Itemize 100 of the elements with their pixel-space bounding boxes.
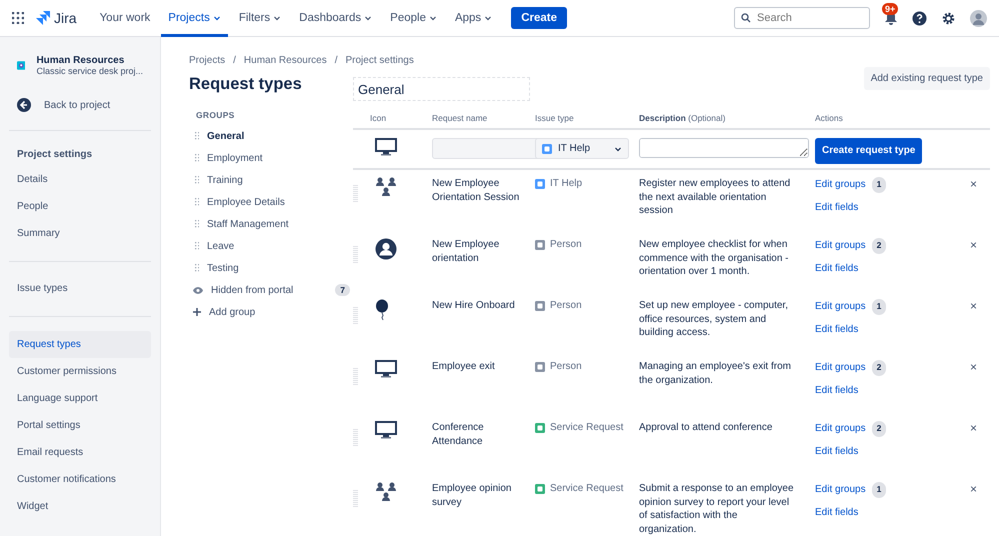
back-to-project-link[interactable]: Back to project	[9, 78, 151, 130]
monitor-icon	[375, 421, 397, 439]
edit-groups-link[interactable]: Edit groups	[815, 178, 866, 192]
nav-tab[interactable]: People	[383, 0, 444, 36]
group-count: 1	[872, 482, 886, 498]
chevron-down-icon	[212, 14, 221, 22]
description-field[interactable]	[639, 138, 809, 158]
group-item[interactable]: Employee Details	[189, 192, 350, 214]
add-group-link[interactable]: Add group	[189, 301, 350, 324]
edit-fields-link[interactable]: Edit fields	[815, 384, 970, 397]
edit-fields-link[interactable]: Edit fields	[815, 506, 970, 519]
group-item[interactable]: Staff Management	[189, 214, 350, 236]
chevron-down-icon	[364, 14, 372, 22]
app-grid-icon[interactable]	[12, 12, 24, 24]
add-existing-request-type-button[interactable]: Add existing request type	[864, 67, 990, 90]
create-button[interactable]: Create	[511, 7, 567, 29]
edit-groups-link[interactable]: Edit groups	[815, 361, 866, 374]
breadcrumb-link[interactable]: Projects	[189, 55, 226, 66]
edit-fields-link[interactable]: Edit fields	[815, 322, 970, 336]
user-avatar-icon	[375, 238, 397, 260]
sidebar-item[interactable]: Details	[9, 166, 151, 193]
remove-button[interactable]: ×	[970, 421, 978, 435]
group-item[interactable]: Training	[189, 170, 350, 192]
drag-handle[interactable]	[353, 429, 358, 446]
people-icon	[375, 482, 397, 502]
edit-groups-link[interactable]: Edit groups	[815, 239, 866, 252]
edit-groups-link[interactable]: Edit groups	[815, 483, 866, 496]
settings-icon[interactable]	[941, 10, 956, 26]
breadcrumb-link[interactable]: Human Resources	[244, 55, 327, 66]
issue-type: Person	[535, 238, 639, 252]
sidebar-item[interactable]: Issue types	[9, 275, 151, 302]
sidebar-item[interactable]: Summary	[9, 220, 151, 247]
nav-tab[interactable]: Your work	[92, 0, 158, 36]
group-item[interactable]: Employment	[189, 148, 350, 170]
edit-groups-link[interactable]: Edit groups	[815, 300, 866, 314]
project-name: Human Resources	[36, 55, 126, 66]
remove-button[interactable]: ×	[970, 299, 978, 313]
grip-icon	[195, 264, 199, 273]
group-item[interactable]: General	[189, 126, 350, 148]
help-icon[interactable]	[912, 10, 927, 26]
column-header: Request name	[431, 113, 488, 123]
sidebar-item[interactable]: People	[9, 193, 151, 220]
eye-icon	[193, 286, 203, 294]
monitor-icon	[375, 138, 397, 156]
drag-handle[interactable]	[353, 307, 358, 324]
hidden-from-portal-item[interactable]: Hidden from portal 7	[189, 279, 350, 302]
nav-tab[interactable]: Filters	[232, 0, 288, 36]
request-description: Submit a response to an employee opinion survey to report your level of satisfaction with the organization.	[639, 482, 795, 536]
avatar-icon[interactable]	[970, 10, 987, 26]
request-name: New Employee orientation	[431, 238, 500, 265]
edit-fields-link[interactable]: Edit fields	[815, 262, 970, 275]
sidebar-item[interactable]: Language support	[9, 385, 151, 412]
sidebar-item[interactable]: Customer notifications	[9, 466, 151, 493]
logo-text: Jira	[54, 10, 77, 26]
chevron-down-icon	[428, 14, 437, 22]
edit-fields-link[interactable]: Edit fields	[815, 200, 970, 214]
drag-handle[interactable]	[353, 490, 358, 507]
sidebar-item[interactable]: Widget	[9, 493, 151, 520]
search-field[interactable]: Search	[734, 7, 870, 29]
edit-groups-link[interactable]: Edit groups	[815, 422, 866, 436]
group-item[interactable]: Leave	[189, 235, 350, 258]
sidebar-item[interactable]: Request types	[9, 331, 151, 358]
logo-icon[interactable]	[36, 11, 50, 25]
drag-handle[interactable]	[353, 185, 358, 202]
group-count: 2	[872, 360, 886, 376]
breadcrumb-link[interactable]: Project settings	[346, 55, 414, 66]
monitor-icon	[375, 360, 397, 378]
nav-tab[interactable]: Dashboards	[292, 0, 380, 36]
sidebar-item[interactable]: Customer permissions	[9, 358, 151, 385]
remove-button[interactable]: ×	[970, 177, 978, 191]
nav-tab[interactable]: Projects	[161, 0, 228, 36]
edit-fields-link[interactable]: Edit fields	[815, 444, 970, 458]
grip-icon	[195, 242, 199, 251]
remove-button[interactable]: ×	[970, 482, 978, 496]
request-name: New Employee Orientation Session	[431, 177, 520, 204]
issue-type: Person	[535, 360, 639, 374]
sidebar-item[interactable]: Portal settings	[9, 412, 151, 439]
group-name-field[interactable]: General	[353, 77, 530, 101]
issue-type: Person	[535, 299, 639, 312]
sidebar-heading: Project settings	[16, 148, 94, 162]
group-count: 1	[872, 177, 886, 192]
groups-heading: GROUPS	[195, 110, 236, 120]
nav-tab[interactable]: Apps	[448, 0, 500, 36]
breadcrumb-separator: /	[334, 55, 338, 66]
request-name: Employee exit	[431, 360, 496, 374]
chevron-down-icon	[614, 144, 622, 152]
column-header: Icon	[369, 113, 386, 123]
chevron-down-icon	[484, 14, 492, 22]
plus-icon	[193, 308, 201, 316]
request-name: Conference Attendance	[431, 421, 485, 448]
drag-handle[interactable]	[353, 246, 358, 263]
people-icon	[375, 177, 397, 197]
sidebar-item[interactable]: Email requests	[9, 439, 151, 466]
remove-button[interactable]: ×	[970, 360, 978, 374]
request-name: New Hire Onboard	[431, 299, 516, 312]
create-request-type-button[interactable]: Create request type	[815, 138, 922, 164]
drag-handle[interactable]	[353, 368, 358, 385]
balloon-icon	[375, 299, 389, 321]
remove-button[interactable]: ×	[970, 238, 978, 252]
group-item[interactable]: Testing	[189, 257, 350, 280]
